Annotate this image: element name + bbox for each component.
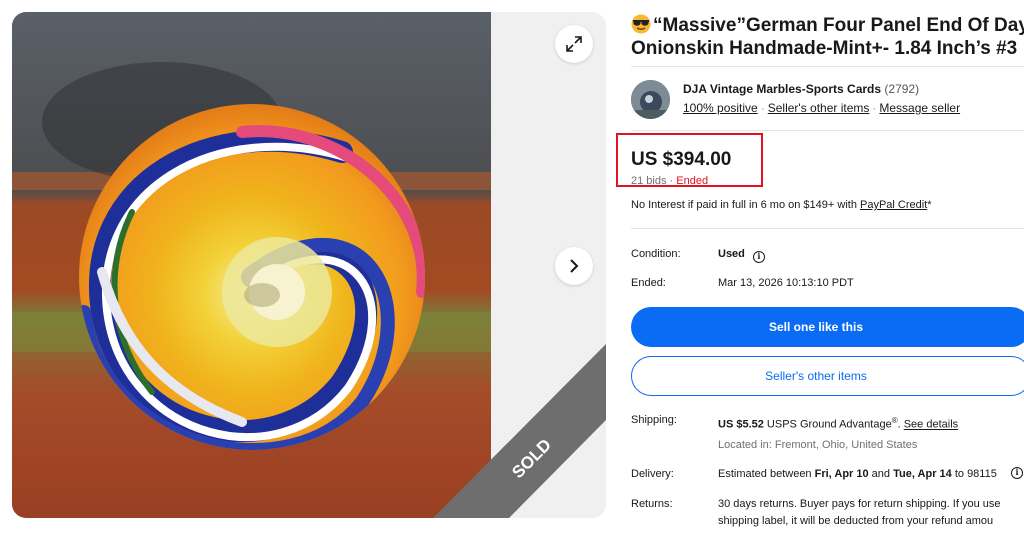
listing-status: Ended [676,175,709,187]
ended-value: Mar 13, 2026 10:13:10 PDT [718,277,854,289]
sold-label: SOLD [508,435,555,482]
message-seller-link[interactable]: Message seller [879,101,960,115]
condition-label: Condition: [631,248,681,260]
condition-value: Used i [718,248,765,263]
bid-count: 21 bids [631,175,667,187]
shipping-cost: US $5.52 [718,418,764,431]
shipping-value: US $5.52 USPS Ground Advantage®. See det… [718,416,959,431]
ended-label: Ended: [631,277,666,289]
product-photo[interactable] [12,12,491,518]
seller-avatar[interactable] [631,80,670,119]
divider [631,66,1024,67]
positive-feedback-link[interactable]: 100% positive [683,101,758,115]
seller-card: DJA Vintage Marbles-Sports Cards (2792) … [631,80,1024,120]
returns-label: Returns: [631,498,673,510]
sunglasses-emoji-icon [631,14,651,34]
info-icon[interactable]: i [1011,467,1023,479]
bid-status: 21 bids · Ended [631,175,709,187]
shipping-label: Shipping: [631,414,677,426]
divider [631,228,1024,229]
item-location: Located in: Fremont, Ohio, United States [718,439,918,451]
expand-icon [566,36,582,52]
paypal-credit-link[interactable]: PayPal Credit [860,199,927,211]
expand-image-button[interactable] [555,25,593,63]
seller-links: 100% positive · Seller's other items · Messa… [683,101,961,115]
listing-info: “Massive”German Four Panel End Of Day On… [616,0,1024,536]
divider [631,130,1024,131]
listing-title-text: “Massive”German Four Panel End Of Day On… [631,15,1024,59]
next-image-button[interactable] [555,247,593,285]
seller-name[interactable]: DJA Vintage Marbles-Sports Cards (2792) [683,82,919,96]
delivery-label: Delivery: [631,468,674,480]
listing-title: “Massive”German Four Panel End Of Day On… [631,14,1024,60]
chevron-right-icon [570,259,579,273]
delivery-estimate: Estimated between Fri, Apr 10 and Tue, A… [718,468,997,480]
price: US $394.00 [631,149,732,170]
returns-line-2: shipping label, it will be deducted from… [718,515,994,527]
shipping-details-link[interactable]: See details [904,419,958,431]
image-gallery: SOLD [12,12,606,518]
seller-feedback-count: (2792) [884,82,920,96]
info-icon[interactable]: i [752,251,765,263]
sell-one-like-this-button[interactable]: Sell one like this [631,307,1024,347]
financing-note: No Interest if paid in full in 6 mo on $… [631,199,932,211]
returns-line-1: 30 days returns. Buyer pays for return s… [718,498,1001,510]
seller-other-items-button[interactable]: Seller's other items [631,356,1024,396]
seller-other-items-link[interactable]: Seller's other items [768,101,870,115]
